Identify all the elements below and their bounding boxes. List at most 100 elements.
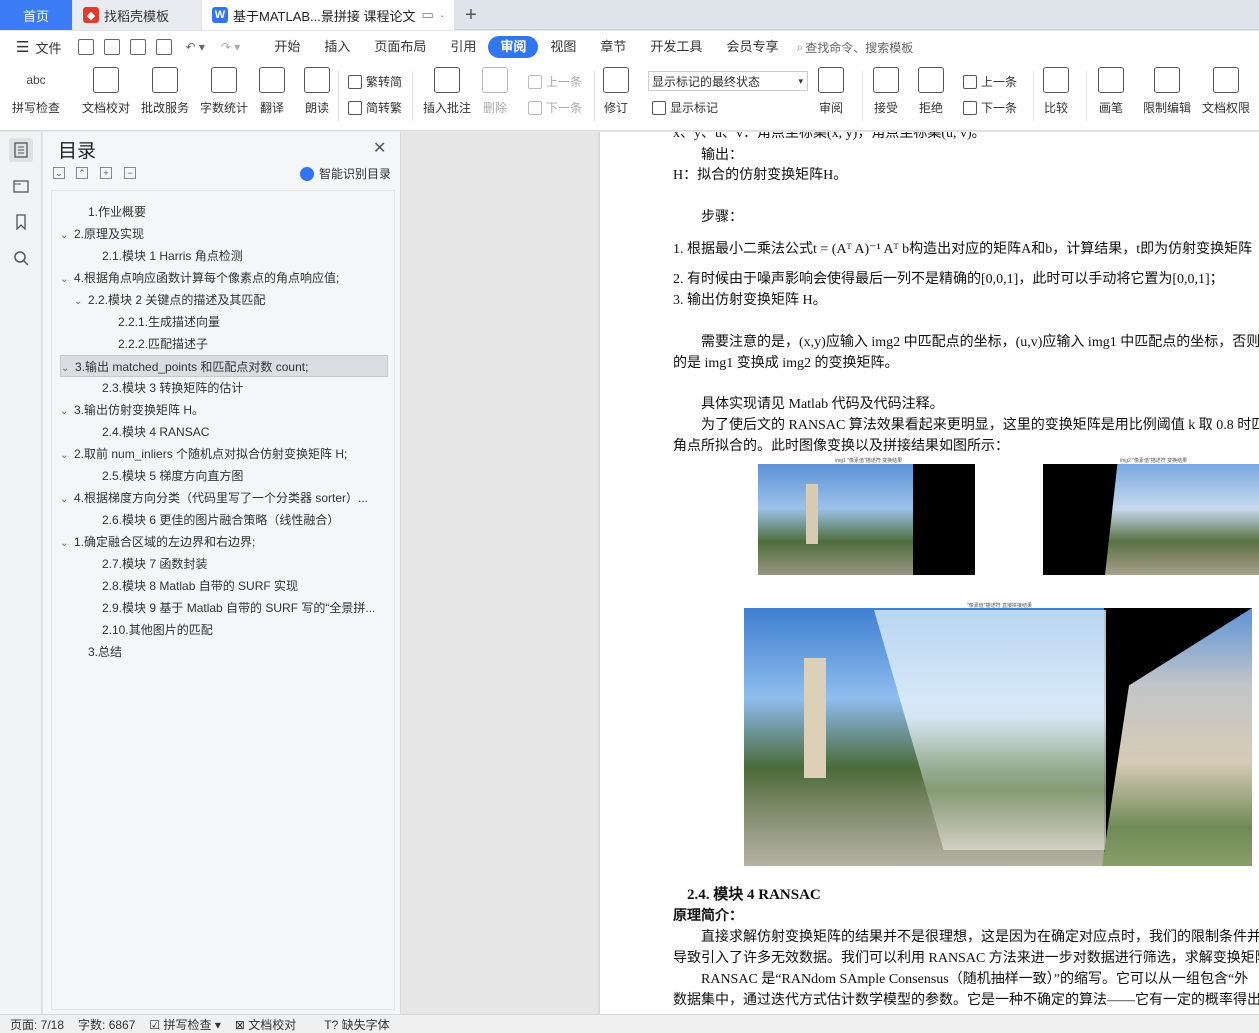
spell-check-button[interactable]: abc 拼写检查 — [12, 67, 60, 116]
toc-item[interactable]: 2.5.模块 5 梯度方向直方图 — [88, 465, 388, 487]
remove-heading-icon[interactable]: − — [124, 167, 136, 179]
file-menu[interactable]: 文件 — [35, 38, 61, 57]
save-icon[interactable] — [78, 39, 95, 55]
chapter-nav-icon[interactable] — [9, 174, 33, 198]
redo-icon[interactable]: ↷ ▾ — [221, 40, 240, 54]
word-count-button[interactable]: 字数统计 — [200, 67, 248, 116]
translate-button[interactable]: 翻译 — [259, 67, 285, 116]
print-icon[interactable] — [130, 39, 147, 55]
missing-font-status[interactable]: T? 缺失字体 — [324, 1016, 389, 1033]
command-search[interactable]: 查找命令、搜索模板 — [805, 39, 913, 56]
doc-line: 的是 img1 变换成 img2 的变换矩阵。 — [673, 356, 899, 371]
chevron-down-icon[interactable]: ⌄ — [60, 225, 74, 245]
toc-item[interactable]: ⌄ 4.根据梯度方向分类（代码里写了一个分类器 sorter）... — [60, 487, 388, 509]
show-markup-button[interactable]: 显示标记 — [652, 99, 718, 116]
menu-reference[interactable]: 引用 — [438, 36, 488, 58]
toc-item[interactable]: ⌄ 2.2.模块 2 关键点的描述及其匹配 — [74, 289, 388, 311]
menu-layout[interactable]: 页面布局 — [362, 36, 438, 58]
pen-button[interactable]: 画笔 — [1098, 67, 1124, 116]
restrict-editing-label: 限制编辑 — [1143, 101, 1192, 115]
expand-up-icon[interactable]: ⌃ — [76, 167, 88, 179]
toc-item[interactable]: 2.2.1.生成描述向量 — [104, 311, 388, 333]
chevron-down-icon[interactable]: ⌄ — [74, 291, 88, 311]
toc-item[interactable]: 1.作业概要 — [74, 201, 388, 223]
menu-dev-tools[interactable]: 开发工具 — [638, 36, 714, 58]
proofread-status[interactable]: ⊠ 文档校对 — [235, 1016, 296, 1033]
bookmark-icon[interactable] — [9, 210, 33, 234]
simp-to-trad-button[interactable]: 简转繁 — [348, 99, 402, 116]
prev-comment-button[interactable]: 上一条 — [528, 73, 582, 90]
chevron-down-icon[interactable]: ⌄ — [60, 445, 74, 465]
status-bar: 页面: 7/18 字数: 6867 ☑ 拼写检查 ▾ ⊠ 文档校对 T? 缺失字… — [0, 1014, 1259, 1033]
new-tab-button[interactable]: + — [456, 0, 486, 30]
menu-view[interactable]: 视图 — [538, 36, 588, 58]
toc-item[interactable]: ⌄ 4.根据角点响应函数计算每个像素点的角点响应值; — [60, 267, 388, 289]
tab-docer[interactable]: ◆ 找稻壳模板 — [73, 0, 201, 30]
toc-item[interactable]: 2.7.模块 7 函数封装 — [88, 553, 388, 575]
prev-change-button[interactable]: 上一条 — [963, 73, 1017, 90]
toc-item[interactable]: 2.8.模块 8 Matlab 自带的 SURF 实现 — [88, 575, 388, 597]
batch-service-button[interactable]: 批改服务 — [141, 67, 189, 116]
next-change-button[interactable]: 下一条 — [963, 99, 1017, 116]
read-aloud-button[interactable]: 朗读 — [304, 67, 330, 116]
toc-item[interactable]: ⌄ 3.输出 matched_points 和匹配点对数 count; — [60, 355, 388, 377]
toc-item[interactable]: ⌄ 1.确定融合区域的左边界和右边界; — [60, 531, 388, 553]
export-icon[interactable] — [104, 39, 121, 55]
menu-chapter[interactable]: 章节 — [588, 36, 638, 58]
toc-item[interactable]: 2.9.模块 9 基于 Matlab 自带的 SURF 写的“全景拼... — [88, 597, 388, 619]
trad-to-simp-button[interactable]: 繁转简 — [348, 73, 402, 90]
doc-line: x、y、u、v：角点坐标集(x, y)，角点坐标集(u, v)。 — [673, 132, 986, 141]
undo-icon[interactable]: ↶ ▾ — [185, 40, 204, 54]
chevron-down-icon[interactable]: ⌄ — [60, 269, 74, 289]
spell-check-status[interactable]: ☑ 拼写检查 ▾ — [149, 1016, 220, 1033]
menu-start[interactable]: 开始 — [262, 36, 312, 58]
close-icon[interactable]: ✕ — [373, 138, 386, 158]
smart-toc-label: 智能识别目录 — [319, 167, 392, 181]
smart-toc-button[interactable]: 智能识别目录 — [300, 165, 391, 182]
restrict-editing-button[interactable]: 限制编辑 — [1143, 67, 1191, 116]
menu-insert[interactable]: 插入 — [312, 36, 362, 58]
doc-permission-button[interactable]: 文档权限 — [1202, 67, 1250, 116]
toc-item[interactable]: ⌄ 2.原理及实现 — [60, 223, 388, 245]
menu-review[interactable]: 审阅 — [488, 36, 539, 58]
word-count[interactable]: 字数: 6867 — [78, 1016, 135, 1033]
toc-item-label: 2.2.2.匹配描述子 — [118, 337, 209, 351]
toc-item[interactable]: 2.4.模块 4 RANSAC — [88, 421, 388, 443]
preview-icon[interactable] — [156, 39, 173, 55]
toc-item[interactable]: 3.总结 — [74, 641, 388, 663]
insert-comment-button[interactable]: 插入批注 — [423, 67, 471, 116]
next-comment-button[interactable]: 下一条 — [528, 99, 582, 116]
compare-button[interactable]: 比较 — [1043, 67, 1069, 116]
search-icon[interactable] — [9, 246, 33, 270]
close-tab-icon[interactable]: · — [440, 8, 444, 23]
add-heading-icon[interactable]: + — [100, 167, 112, 179]
collapse-all-icon[interactable]: ⌄ — [53, 167, 65, 179]
toc-item[interactable]: 2.3.模块 3 转换矩阵的估计 — [88, 377, 388, 399]
window-icon[interactable]: ▭ — [422, 7, 434, 23]
chevron-down-icon[interactable]: ⌄ — [60, 533, 74, 553]
toc-panel-icon[interactable] — [9, 138, 33, 162]
page-count[interactable]: 页面: 7/18 — [10, 1016, 64, 1033]
chevron-down-icon[interactable]: ⌄ — [61, 358, 75, 376]
review-pane-button[interactable]: 审阅 — [818, 67, 844, 116]
tab-home[interactable]: 首页 — [0, 0, 72, 30]
review-pane-icon — [818, 67, 844, 93]
proofread-button[interactable]: 文档校对 — [82, 67, 130, 116]
chevron-down-icon[interactable]: ⌄ — [60, 489, 74, 509]
reject-button[interactable]: 拒绝 — [918, 67, 944, 116]
menu-member[interactable]: 会员专享 — [714, 36, 790, 58]
accept-button[interactable]: 接受 — [873, 67, 899, 116]
toc-item[interactable]: 2.2.2.匹配描述子 — [104, 333, 388, 355]
toc-item[interactable]: 2.6.模块 6 更佳的图片融合策略（线性融合） — [88, 509, 388, 531]
toc-item[interactable]: ⌄ 3.输出仿射变换矩阵 H。 — [60, 399, 388, 421]
hamburger-icon[interactable]: ☰ — [16, 38, 29, 56]
figure-caption: img2 "像素值"描述符 变换结果 — [1120, 458, 1188, 464]
delete-comment-button[interactable]: 删除 — [482, 67, 508, 116]
markup-state-select[interactable]: 显示标记的最终状态 ▾ — [648, 71, 808, 91]
toc-item[interactable]: ⌄ 2.取前 num_inliers 个随机点对拟合仿射变换矩阵 H; — [60, 443, 388, 465]
toc-item[interactable]: 2.1.模块 1 Harris 角点检测 — [88, 245, 388, 267]
chevron-down-icon[interactable]: ⌄ — [60, 401, 74, 421]
toc-item[interactable]: 2.10.其他图片的匹配 — [88, 619, 388, 641]
tab-document[interactable]: W 基于MATLAB...景拼接 课程论文 ▭ · — [202, 0, 454, 30]
track-changes-button[interactable]: 修订 — [603, 67, 629, 116]
